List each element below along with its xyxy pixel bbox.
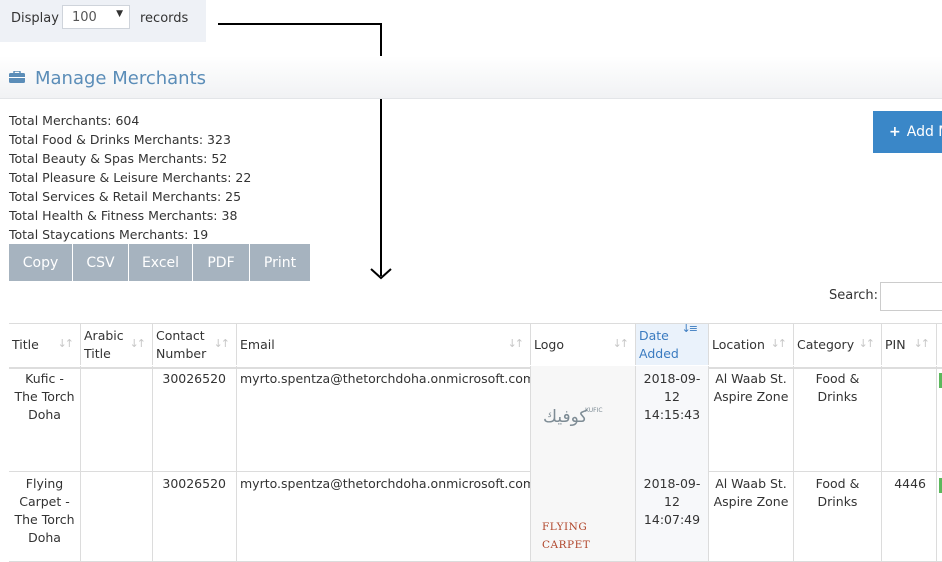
stat-pleasure-leisure: Total Pleasure & Leisure Merchants: 22 — [9, 170, 252, 185]
category-cell: Food & Drinks — [794, 366, 882, 471]
export-button-group: Copy CSV Excel PDF Print — [9, 244, 311, 281]
sort-icon: ↓↑ — [612, 337, 630, 350]
column-header-date-added[interactable]: Date Added ↓≡ — [636, 324, 709, 365]
date-value: 2018-09-12 — [643, 371, 701, 404]
date-value: 2018-09-12 — [643, 476, 701, 509]
flying-carpet-logo-image: FLYING CARPET — [542, 521, 591, 551]
add-merchant-button[interactable]: + Add M — [873, 111, 942, 153]
print-button[interactable]: Print — [250, 244, 311, 281]
pdf-button[interactable]: PDF — [193, 244, 250, 281]
stat-beauty-spas: Total Beauty & Spas Merchants: 52 — [9, 151, 228, 166]
briefcase-icon — [9, 71, 25, 83]
sort-icon: ↓↑ — [507, 337, 525, 350]
stat-services-retail: Total Services & Retail Merchants: 25 — [9, 189, 242, 204]
page-title: Manage Merchants — [35, 68, 207, 89]
email-cell: myrto.spentza@thetorchdoha.onmicrosoft.c… — [237, 471, 531, 561]
excel-button[interactable]: Excel — [129, 244, 193, 281]
column-header-arabic-title[interactable]: Arabic Title ↓↑ — [81, 324, 153, 365]
logo-cell: FLYING CARPET — [531, 471, 636, 561]
svg-text:KUFIC: KUFIC — [585, 407, 603, 414]
plus-icon: + — [889, 124, 901, 140]
arabic-title-cell — [81, 471, 153, 561]
category-cell: Food & Drinks — [794, 471, 882, 561]
kufic-logo-image: كوفيك KUFIC — [543, 407, 603, 427]
column-header-contact-number[interactable]: Contact Number ↓↑ — [153, 324, 237, 365]
sort-icon: ↓↑ — [770, 337, 788, 350]
contact-cell: 30026520 — [153, 366, 237, 471]
column-header-location[interactable]: Location ↓↑ — [709, 324, 794, 365]
time-value: 14:15:43 — [643, 407, 701, 422]
stat-total: Total Merchants: 604 — [9, 113, 140, 128]
sort-icon: ↓↑ — [129, 337, 147, 350]
sort-desc-icon: ↓≡ — [681, 324, 699, 335]
sort-icon: ↓↑ — [858, 337, 876, 350]
table-row[interactable]: Kufic - The Torch Doha 30026520 myrto.sp… — [9, 366, 942, 472]
search-input[interactable] — [880, 282, 942, 311]
stat-staycations: Total Staycations Merchants: 19 — [9, 227, 209, 242]
location-cell: Al Waab St. Aspire Zone — [709, 366, 794, 471]
location-cell: Al Waab St. Aspire Zone — [709, 471, 794, 561]
sort-icon: ↓↑ — [57, 337, 75, 350]
copy-button[interactable]: Copy — [9, 244, 73, 281]
table-header: Title ↓↑ Arabic Title ↓↑ Contact Number ↓↑ … — [9, 323, 942, 369]
table-row[interactable]: Flying Carpet - The Torch Doha 30026520 … — [9, 471, 942, 562]
column-header-category[interactable]: Category ↓↑ — [794, 324, 882, 365]
title-cell: Flying Carpet - The Torch Doha — [9, 471, 81, 561]
date-added-cell: 2018-09-12 14:15:43 — [636, 366, 709, 471]
stat-health-fitness: Total Health & Fitness Merchants: 38 — [9, 208, 238, 223]
pin-cell — [882, 366, 937, 471]
sort-icon: ↓↑ — [213, 337, 231, 350]
date-added-cell: 2018-09-12 14:07:49 — [636, 471, 709, 561]
time-value: 14:07:49 — [643, 512, 701, 527]
page-header: Manage Merchants — [0, 56, 942, 99]
email-cell: myrto.spentza@thetorchdoha.onmicrosoft.c… — [237, 366, 531, 471]
contact-cell: 30026520 — [153, 471, 237, 561]
stat-food-drinks: Total Food & Drinks Merchants: 323 — [9, 132, 231, 147]
column-header-logo[interactable]: Logo ↓↑ — [531, 324, 636, 365]
csv-button[interactable]: CSV — [73, 244, 129, 281]
sort-icon: ↓↑ — [913, 337, 931, 350]
column-header-pin[interactable]: PIN ↓↑ — [882, 324, 937, 365]
add-merchant-label: Add M — [906, 124, 942, 140]
logo-cell: كوفيك KUFIC — [531, 366, 636, 471]
arabic-title-cell — [81, 366, 153, 471]
pin-cell: 4446 — [882, 471, 937, 561]
column-header-title[interactable]: Title ↓↑ — [9, 324, 81, 365]
merchant-stats: Total Merchants: 604 Total Food & Drinks… — [9, 111, 251, 244]
svg-text:كوفيك: كوفيك — [543, 407, 588, 427]
title-cell: Kufic - The Torch Doha — [9, 366, 81, 471]
column-header-email[interactable]: Email ↓↑ — [237, 324, 531, 365]
search-label: Search: — [829, 288, 879, 303]
